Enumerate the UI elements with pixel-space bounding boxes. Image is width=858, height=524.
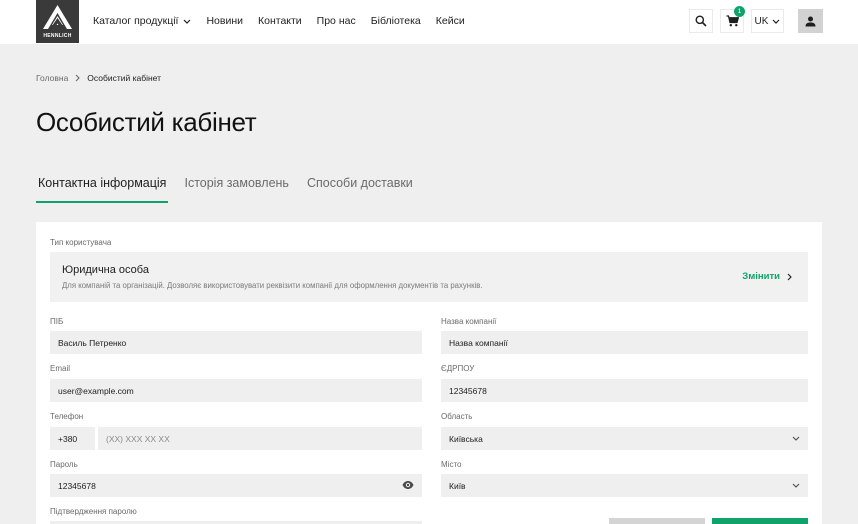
breadcrumb-current: Особистий кабінет <box>87 73 162 83</box>
phone-code-input[interactable]: +380 <box>50 427 95 450</box>
chevron-down-icon <box>184 19 191 24</box>
user-type-label: Тип користувача <box>50 238 112 247</box>
user-account-button[interactable] <box>798 9 823 33</box>
email-label: Email <box>50 364 71 373</box>
city-value: Київ <box>449 480 466 491</box>
password-label: Пароль <box>50 460 78 469</box>
edrpou-input[interactable]: 12345678 <box>441 379 808 402</box>
email-input[interactable]: user@example.com <box>50 379 422 402</box>
region-label: Область <box>441 412 473 421</box>
cart-button[interactable]: 1 <box>720 6 745 33</box>
nav-item-catalog[interactable]: Каталог продукції <box>93 15 191 27</box>
city-select[interactable]: Київ <box>441 474 808 497</box>
tab-delivery-methods[interactable]: Способи доставки <box>305 175 415 203</box>
logo-mark-icon <box>43 5 72 29</box>
nav-item-contacts[interactable]: Контакти <box>258 15 302 27</box>
nav-item-label: Контакти <box>258 15 302 27</box>
region-value: Київська <box>449 433 483 444</box>
search-icon <box>695 15 707 27</box>
secondary-button[interactable] <box>609 518 705 524</box>
chevron-down-icon <box>773 19 780 24</box>
cart-count-badge: 1 <box>734 6 745 17</box>
nav-item-label: Новини <box>206 15 243 27</box>
user-type-panel: Юридична особа Для компаній та організац… <box>50 252 808 302</box>
password-input[interactable]: 12345678 <box>50 474 422 497</box>
nav-item-news[interactable]: Новини <box>206 15 243 27</box>
user-icon <box>805 16 816 26</box>
change-label: Змінити <box>742 271 780 282</box>
change-user-type-button[interactable]: Змінити <box>742 271 792 282</box>
logo[interactable]: HENNLICH <box>36 0 79 43</box>
breadcrumb: Головна Особистий кабінет <box>36 73 161 83</box>
phone-code-value: +380 <box>58 433 78 444</box>
company-label: Назва компанії <box>441 317 497 326</box>
nav-item-cases[interactable]: Кейси <box>436 15 465 27</box>
logo-text: HENNLICH <box>43 33 72 39</box>
company-value: Назва компанії <box>449 337 508 348</box>
cart-icon <box>726 15 739 27</box>
city-label: Місто <box>441 460 462 469</box>
edrpou-value: 12345678 <box>449 385 487 396</box>
chevron-down-icon <box>792 483 800 488</box>
primary-button[interactable] <box>712 518 808 524</box>
pib-value: Василь Петренко <box>58 337 127 348</box>
edrpou-label: ЄДРПОУ <box>441 364 475 373</box>
company-input[interactable]: Назва компанії <box>441 331 808 354</box>
nav-item-label: Кейси <box>435 15 465 27</box>
search-button[interactable] <box>689 9 713 33</box>
chevron-down-icon <box>792 436 800 441</box>
nav-item-label: Про нас <box>316 15 356 27</box>
main-nav: Каталог продукції Новини Контакти Про на… <box>93 15 480 27</box>
password-value: 12345678 <box>58 480 96 491</box>
email-value: user@example.com <box>58 385 134 396</box>
chevron-right-icon <box>787 273 792 280</box>
language-selector[interactable]: UK <box>751 9 784 33</box>
chevron-right-icon <box>75 74 81 82</box>
phone-label: Телефон <box>50 412 84 421</box>
user-type-description: Для компаній та організацій. Дозволяє ви… <box>62 281 483 290</box>
tab-order-history[interactable]: Історія замовлень <box>182 175 290 203</box>
eye-icon[interactable] <box>402 480 414 490</box>
pib-label: ПІБ <box>50 317 64 326</box>
nav-item-label: Каталог продукції <box>93 15 179 27</box>
region-select[interactable]: Київська <box>441 427 808 450</box>
nav-item-about[interactable]: Про нас <box>317 15 356 27</box>
phone-placeholder: (XX) XXX XX XX <box>106 433 170 444</box>
tab-contact-info[interactable]: Контактна інформація <box>36 175 169 203</box>
language-label: UK <box>754 15 769 27</box>
page-title: Особистий кабінет <box>36 107 257 137</box>
breadcrumb-home[interactable]: Головна <box>36 73 68 83</box>
phone-input[interactable]: (XX) XXX XX XX <box>98 427 422 450</box>
site-header: HENNLICH Каталог продукції Новини Контак… <box>0 0 858 44</box>
pib-input[interactable]: Василь Петренко <box>50 331 422 354</box>
password-confirm-label: Підтвердження паролю <box>50 507 137 516</box>
user-type-name: Юридична особа <box>62 264 149 276</box>
nav-item-label: Бібліотека <box>370 15 421 27</box>
contact-info-card: Тип користувача Юридична особа Для компа… <box>36 222 822 524</box>
account-tabs: Контактна інформація Історія замовлень С… <box>36 175 429 203</box>
nav-item-library[interactable]: Бібліотека <box>371 15 421 27</box>
